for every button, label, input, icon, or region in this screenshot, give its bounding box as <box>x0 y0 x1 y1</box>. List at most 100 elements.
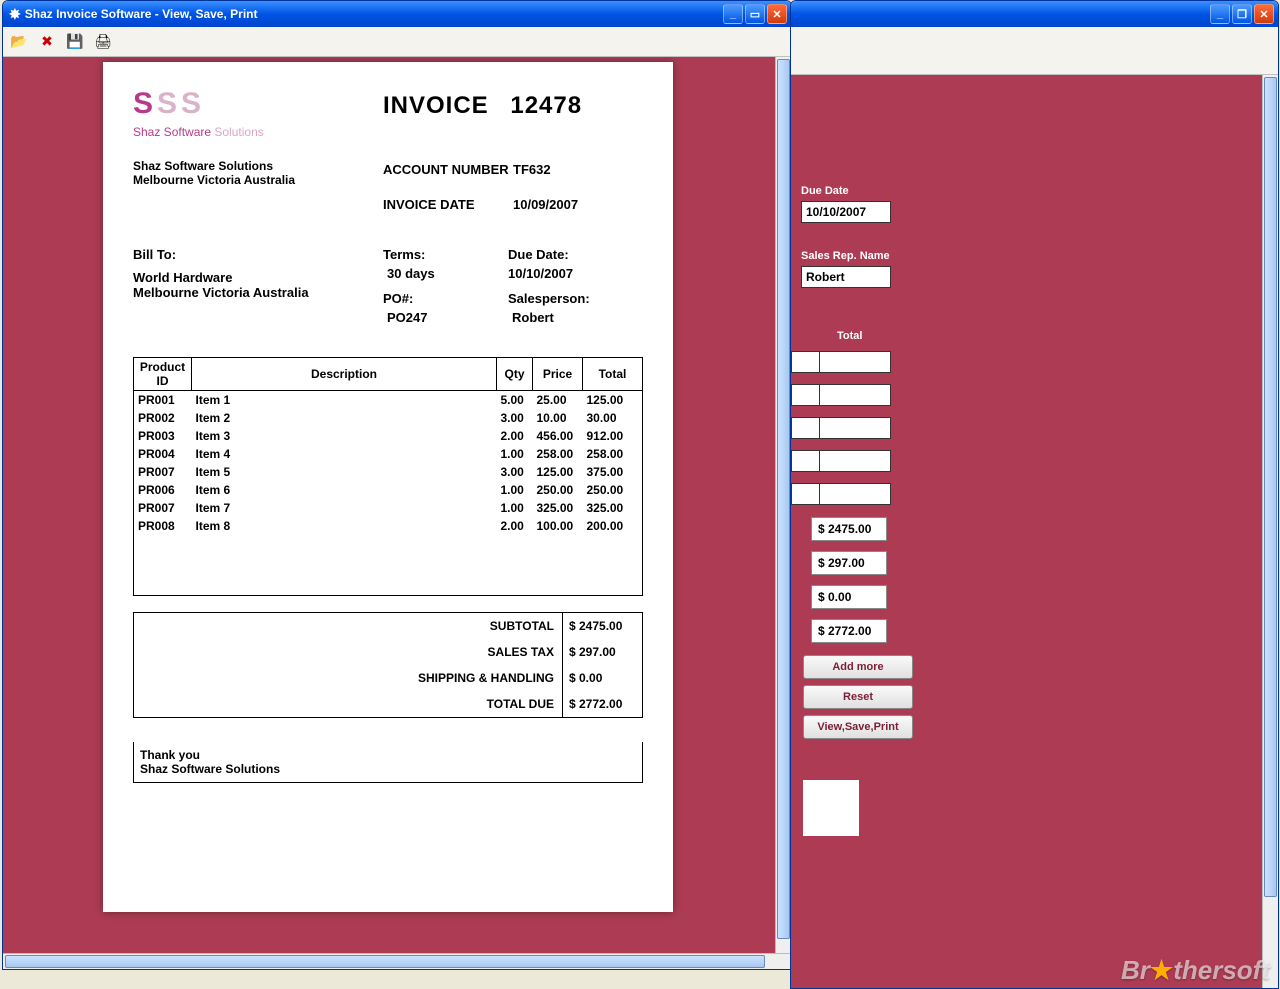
cell-price: 10.00 <box>533 409 583 427</box>
col-total: Total <box>583 358 643 391</box>
minimize-button[interactable]: _ <box>723 4 743 24</box>
form-window: _ ❐ ✕ Due Date 10/10/2007 Sales Rep. Nam… <box>790 0 1279 989</box>
table-row: PR002Item 23.0010.0030.00 <box>134 409 643 427</box>
terms-label: Terms: <box>383 247 508 262</box>
cell-total: 200.00 <box>583 517 643 535</box>
view-label: View,Save,Print <box>817 721 898 733</box>
invoice-number: 12478 <box>510 92 582 119</box>
cell-price: 100.00 <box>533 517 583 535</box>
tax-value: $ 297.00 <box>562 639 642 665</box>
row-total-3[interactable] <box>819 417 891 439</box>
reset-button[interactable]: Reset <box>803 685 913 709</box>
cell-price: 250.00 <box>533 481 583 499</box>
titlebar-right[interactable]: _ ❐ ✕ <box>791 1 1278 27</box>
cell-desc: Item 4 <box>192 445 497 463</box>
print-icon[interactable]: 🖨 <box>93 32 113 52</box>
form-vscroll[interactable] <box>1262 75 1278 988</box>
toolbar-right <box>791 27 1278 75</box>
rep-field[interactable]: Robert <box>801 266 891 288</box>
account-value: TF632 <box>513 162 551 177</box>
cell-pid: PR003 <box>134 427 192 445</box>
cell-qty: 5.00 <box>497 391 533 410</box>
toolbar: 📂 ✖ 💾 🖨 <box>3 27 791 57</box>
minimize-button[interactable]: _ <box>1210 4 1230 24</box>
cell-desc: Item 1 <box>192 391 497 410</box>
table-row: PR004Item 41.00258.00258.00 <box>134 445 643 463</box>
cell-total: 325.00 <box>583 499 643 517</box>
display-tax[interactable]: $ 297.00 <box>811 551 887 575</box>
totals-block: SUBTOTAL$ 2475.00 SALES TAX$ 297.00 SHIP… <box>133 612 643 718</box>
row-left-4[interactable] <box>791 450 819 472</box>
cell-pid: PR002 <box>134 409 192 427</box>
add-more-button[interactable]: Add more <box>803 655 913 679</box>
logo-brand: Shaz Software <box>133 125 211 139</box>
thanks-line1: Thank you <box>140 748 636 762</box>
cell-qty: 1.00 <box>497 499 533 517</box>
col-qty: Qty <box>497 358 533 391</box>
preview-hscroll[interactable] <box>3 953 791 969</box>
maximize-button[interactable]: ▭ <box>745 4 765 24</box>
preview-window: ✸ Shaz Invoice Software - View, Save, Pr… <box>2 0 792 970</box>
display-subtotal[interactable]: $ 2475.00 <box>811 517 887 541</box>
ship-value: $ 0.00 <box>562 665 642 691</box>
cell-desc: Item 5 <box>192 463 497 481</box>
due-date-label: Due Date <box>801 185 891 197</box>
cell-price: 456.00 <box>533 427 583 445</box>
cell-desc: Item 8 <box>192 517 497 535</box>
thanks-line2: Shaz Software Solutions <box>140 762 636 776</box>
table-row: PR001Item 15.0025.00125.00 <box>134 391 643 410</box>
table-row: PR007Item 53.00125.00375.00 <box>134 463 643 481</box>
save-icon[interactable]: 💾 <box>65 32 85 52</box>
view-save-print-button[interactable]: View,Save,Print <box>803 715 913 739</box>
titlebar-left[interactable]: ✸ Shaz Invoice Software - View, Save, Pr… <box>3 1 791 27</box>
watermark: Br★thersoft <box>1121 955 1270 986</box>
account-label: ACCOUNT NUMBER <box>383 162 513 177</box>
thanks-block: Thank you Shaz Software Solutions <box>133 742 643 783</box>
billto-block: Bill To: World Hardware Melbourne Victor… <box>133 247 309 300</box>
due-date-field[interactable]: 10/10/2007 <box>801 201 891 223</box>
close-button[interactable]: ✕ <box>1254 4 1274 24</box>
row-total-2[interactable] <box>819 384 891 406</box>
cell-pid: PR006 <box>134 481 192 499</box>
cell-qty: 3.00 <box>497 463 533 481</box>
watermark-star-icon: ★ <box>1150 955 1173 985</box>
sales-label: Salesperson: <box>508 291 590 306</box>
invoice-date-value: 10/09/2007 <box>513 197 578 212</box>
tax-label: SALES TAX <box>134 639 562 665</box>
totaldue-label: TOTAL DUE <box>134 691 562 717</box>
restore-button[interactable]: ❐ <box>1232 4 1252 24</box>
cell-desc: Item 3 <box>192 427 497 445</box>
cell-price: 258.00 <box>533 445 583 463</box>
delete-icon[interactable]: ✖ <box>37 32 57 52</box>
display-totaldue[interactable]: $ 2772.00 <box>811 619 887 643</box>
preview-vscroll[interactable] <box>775 57 791 953</box>
billto-addr: Melbourne Victoria Australia <box>133 285 309 300</box>
cell-desc: Item 6 <box>192 481 497 499</box>
row-total-1[interactable] <box>819 351 891 373</box>
cell-desc: Item 2 <box>192 409 497 427</box>
line-items-table: Product ID Description Qty Price Total P… <box>133 357 643 596</box>
row-total-5[interactable] <box>819 483 891 505</box>
table-row: PR006Item 61.00250.00250.00 <box>134 481 643 499</box>
row-left-1[interactable] <box>791 351 819 373</box>
cell-total: 30.00 <box>583 409 643 427</box>
terms-value: 30 days <box>383 266 508 281</box>
cell-total: 375.00 <box>583 463 643 481</box>
row-left-5[interactable] <box>791 483 819 505</box>
cell-total: 258.00 <box>583 445 643 463</box>
total-column-label: Total <box>837 330 862 342</box>
row-left-2[interactable] <box>791 384 819 406</box>
total-section: Total <box>837 330 862 346</box>
form-content: Due Date 10/10/2007 Sales Rep. Name Robe… <box>791 75 1278 988</box>
rep-label: Sales Rep. Name <box>801 250 891 262</box>
row-total-4[interactable] <box>819 450 891 472</box>
due-label: Due Date: <box>508 247 569 262</box>
row-left-3[interactable] <box>791 417 819 439</box>
cell-qty: 3.00 <box>497 409 533 427</box>
close-button[interactable]: ✕ <box>767 4 787 24</box>
display-ship[interactable]: $ 0.00 <box>811 585 887 609</box>
terms-block: Terms:Due Date: 30 days10/10/2007 PO#:Sa… <box>383 247 590 329</box>
cell-total: 125.00 <box>583 391 643 410</box>
open-icon[interactable]: 📂 <box>9 32 29 52</box>
col-price: Price <box>533 358 583 391</box>
